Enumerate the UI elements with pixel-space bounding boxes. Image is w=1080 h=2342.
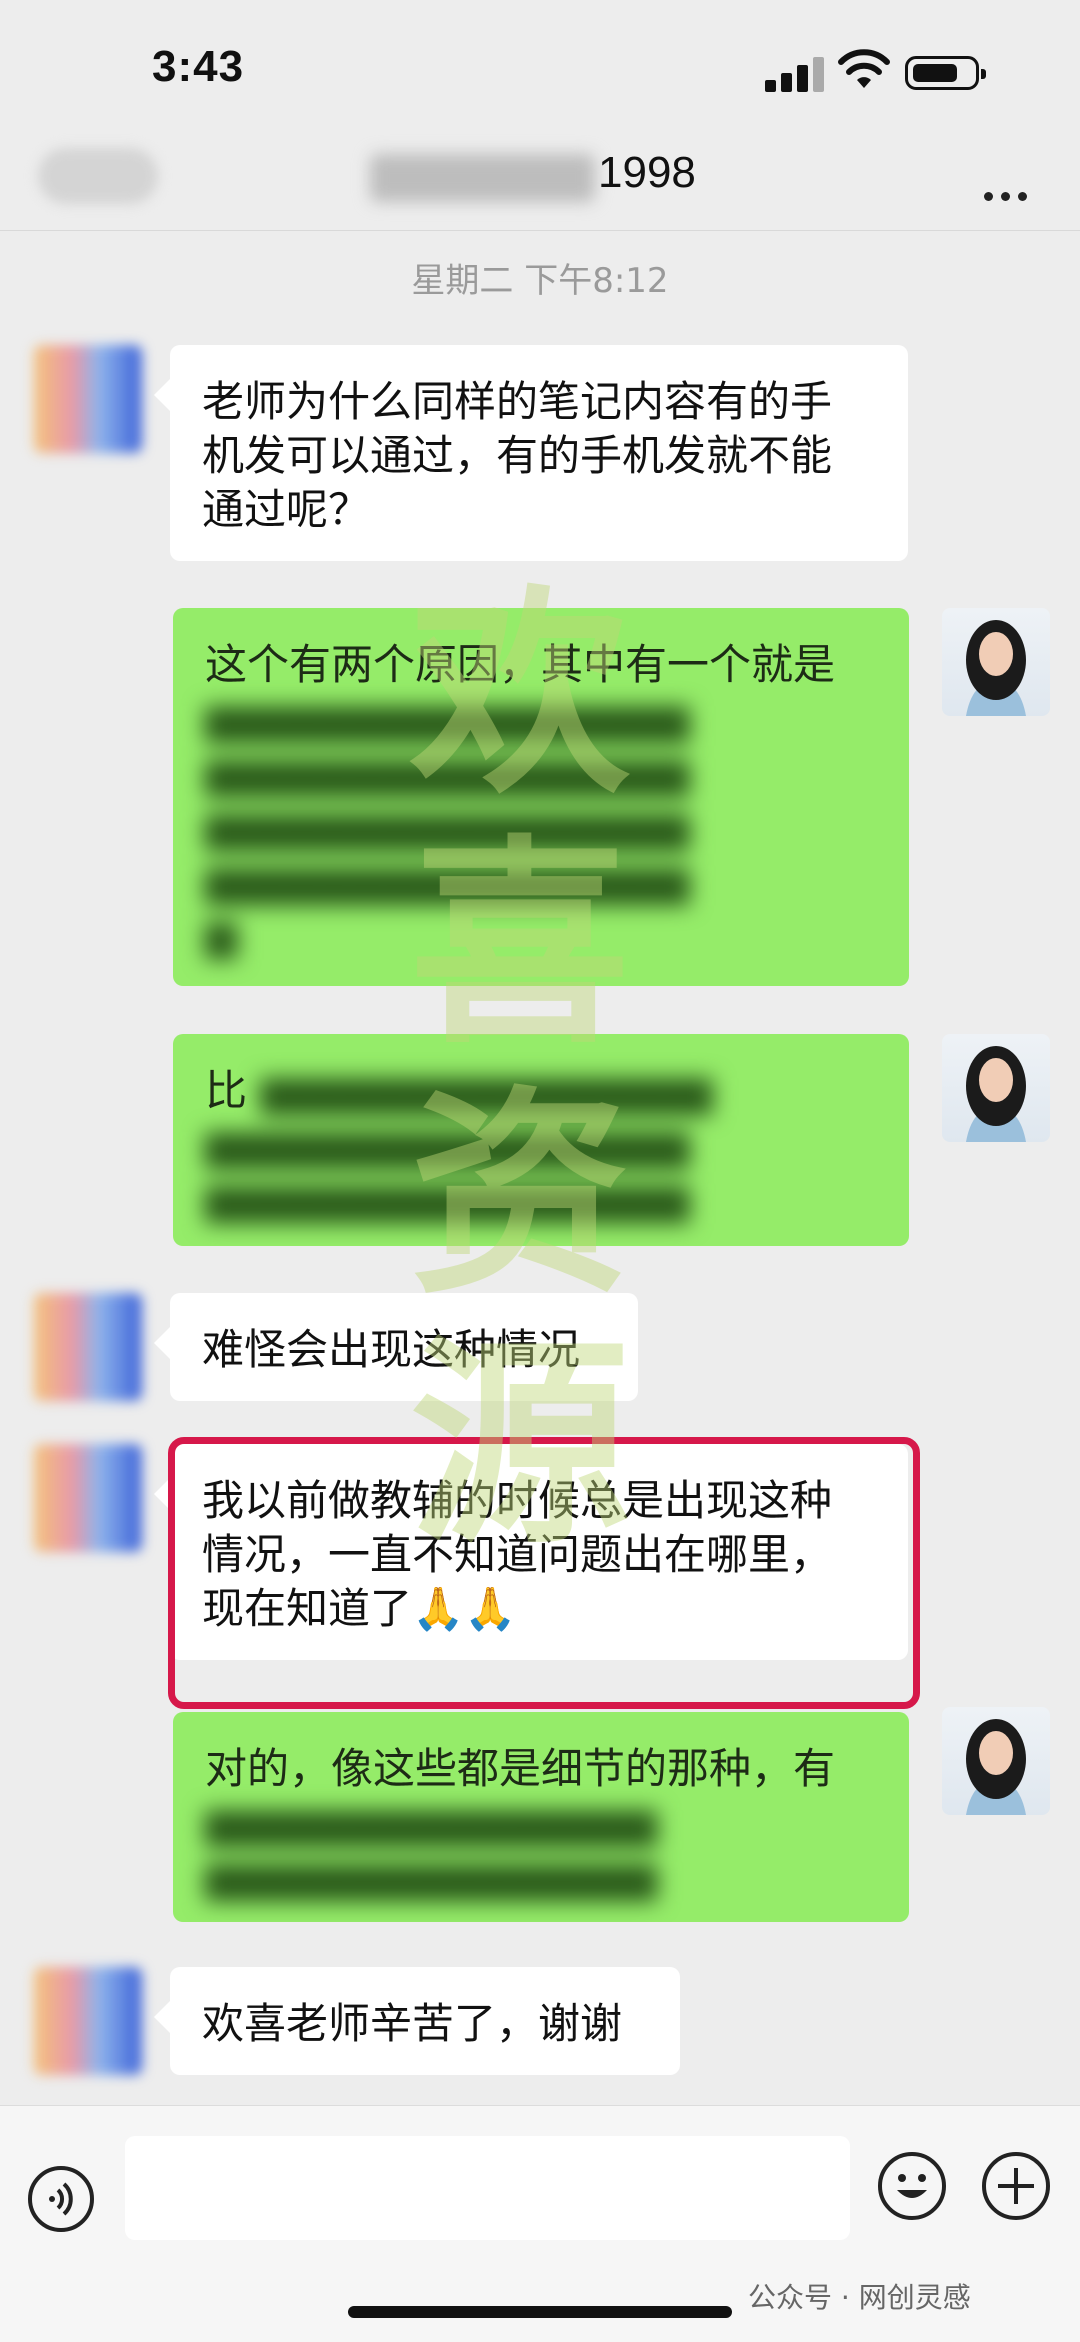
plus-icon[interactable] (982, 2152, 1050, 2220)
input-bar: 公众号 · 网创灵感 (0, 2105, 1080, 2342)
highlight-box (168, 1437, 920, 1709)
message-input[interactable] (125, 2136, 850, 2240)
status-bar: 3:43 (0, 0, 1080, 130)
message-bubble-received[interactable]: 欢喜老师辛苦了，谢谢 (154, 1967, 680, 2075)
avatar[interactable] (34, 1967, 142, 2075)
message-bubble-sent[interactable]: 这个有两个原因，其中有一个就是 ▆▆▆▆▆▆▆▆▆▆▆▆▆▆▆ ▆▆▆▆▆▆▆▆▆… (173, 608, 909, 986)
message-text: 这个有两个原因，其中有一个就是 (205, 640, 836, 689)
message-text: 对的，像这些都是细节的那种，有 (205, 1744, 836, 1793)
contact-name-blurred (370, 154, 595, 202)
home-indicator (348, 2306, 732, 2318)
message-text: 比 (205, 1066, 248, 1115)
more-dots-icon[interactable] (980, 172, 1031, 208)
emoji-icon[interactable] (878, 2152, 946, 2220)
blurred-text: ▆▆▆▆▆▆▆▆▆▆▆▆▆▆ ▆▆▆▆▆▆▆▆▆▆▆▆▆▆ (205, 1798, 658, 1901)
message-bubble-sent[interactable]: 比 ▆▆▆▆▆▆▆▆▆▆▆▆▆▆ ▆▆▆▆▆▆▆▆▆▆▆▆▆▆▆ ▆▆▆▆▆▆▆▆▆… (173, 1034, 909, 1246)
avatar[interactable] (34, 1444, 142, 1552)
avatar[interactable] (34, 345, 142, 453)
battery-icon (905, 56, 986, 90)
avatar[interactable] (942, 1707, 1050, 1815)
chat-header: 1998 (0, 130, 1080, 231)
avatar[interactable] (942, 608, 1050, 716)
message-bubble-sent[interactable]: 对的，像这些都是细节的那种，有 ▆▆▆▆▆▆▆▆▆▆▆▆▆▆ ▆▆▆▆▆▆▆▆▆▆… (173, 1712, 909, 1922)
footer-watermark: 公众号 · 网创灵感 (748, 2281, 971, 2314)
cellular-signal-icon (765, 56, 825, 92)
blurred-text: ▆▆▆▆▆▆▆▆▆▆▆▆▆▆▆▆▆▆▆▆▆▆▆▆▆▆▆▆▆▆▆▆▆▆▆▆▆▆▆▆… (205, 694, 690, 959)
voice-icon[interactable] (28, 2166, 94, 2232)
message-timestamp: 星期二 下午8:12 (411, 261, 669, 301)
message-bubble-received[interactable]: 老师为什么同样的笔记内容有的手 机发可以通过，有的手机发就不能 通过呢？ (154, 345, 908, 561)
blurred-text: ▆▆▆▆▆▆▆▆▆▆▆▆▆▆▆▆▆▆▆▆▆▆▆▆▆▆▆▆▆▆▆▆▆▆▆▆▆▆▆▆… (205, 1066, 713, 1223)
back-chevron-icon[interactable] (38, 148, 158, 204)
avatar[interactable] (34, 1293, 142, 1401)
status-time: 3:43 (152, 42, 245, 91)
wifi-icon (838, 49, 890, 88)
chat-title: 1998 (598, 148, 696, 197)
message-bubble-received[interactable]: 难怪会出现这种情况 (154, 1293, 638, 1401)
avatar[interactable] (942, 1034, 1050, 1142)
